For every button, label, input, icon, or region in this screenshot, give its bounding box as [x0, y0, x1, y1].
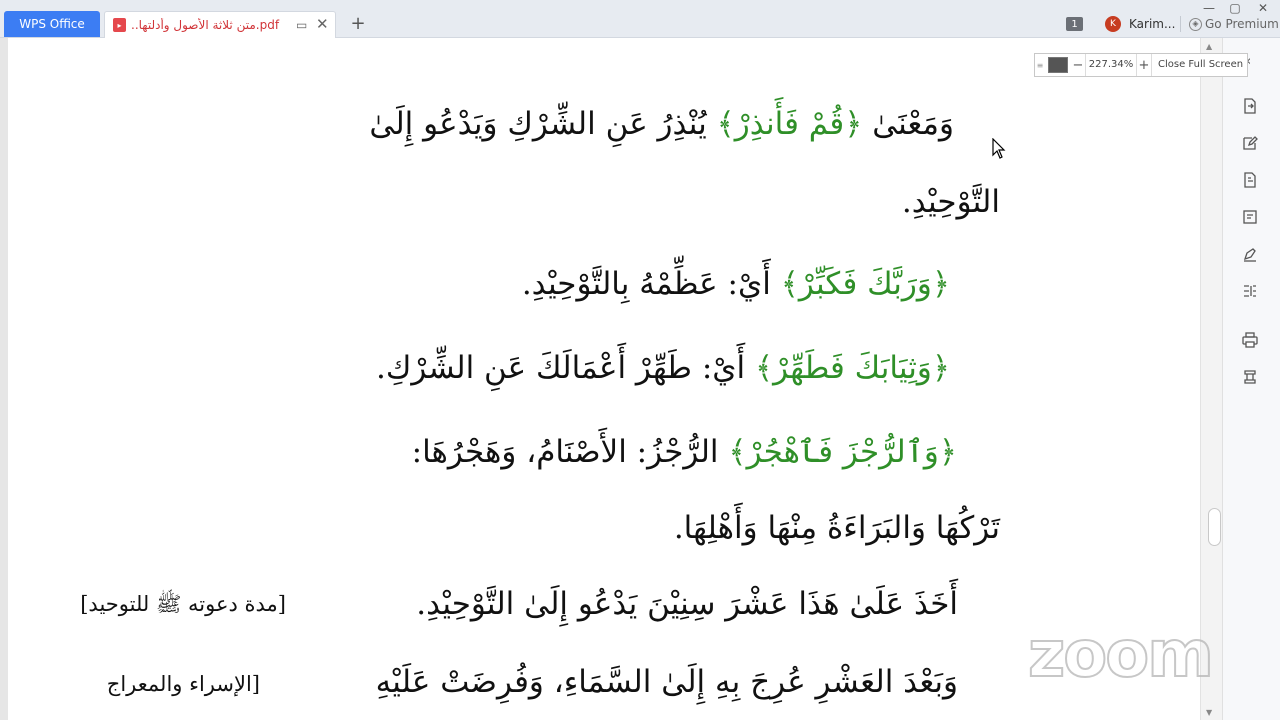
print-icon[interactable] [1240, 330, 1260, 350]
export-pdf-icon[interactable] [1240, 96, 1260, 116]
close-tab-icon[interactable]: ✕ [316, 15, 329, 33]
text-segment: وَبَعْدَ العَشْرِ عُرِجَ بِهِ إِلَىٰ الس… [375, 664, 958, 700]
margin-note-1: [مدة دعوته ﷺ للتوحيد] [80, 592, 286, 616]
minimize-icon[interactable]: — [1198, 0, 1220, 16]
quran-verse: ﴿وَٱلرُّجْزَ فَٱهْجُرْ﴾ [728, 434, 957, 470]
text-line-2: التَّوْحِيْدِ. [902, 184, 1000, 221]
quran-verse: ﴿وَرَبَّكَ فَكَبِّرْ﴾ [780, 266, 950, 302]
close-window-icon[interactable]: ✕ [1252, 0, 1274, 16]
drag-handle-icon[interactable]: ≡ [1035, 61, 1045, 70]
signature-pen-icon[interactable] [1240, 244, 1260, 264]
text-line-7: أَخَذَ عَلَىٰ هَذَا عَشْرَ سِنِيْنَ يَدْ… [416, 586, 958, 623]
zoom-watermark-logo: zoom [1027, 617, 1215, 693]
premium-icon: ◈ [1189, 17, 1202, 31]
convert-pdf-icon[interactable] [1240, 170, 1260, 190]
mouse-cursor-icon [992, 138, 1006, 159]
zoom-level-value[interactable]: 227.34% [1085, 54, 1137, 76]
scroll-down-icon[interactable]: ▼ [1206, 708, 1212, 717]
title-bar: WPS Office ▸ ..متن ثلاثة الأصول وأدلتها.… [0, 0, 1280, 38]
annotate-icon[interactable] [1240, 207, 1260, 227]
scroll-mode-icon[interactable] [1240, 367, 1260, 387]
zoom-toolbar: ≡ − 227.34% + Close Full Screen [1034, 53, 1248, 77]
text-segment: أَيْ: طَهِّرْ أَعْمَالَكَ عَنِ الشِّرْكِ… [375, 350, 756, 386]
close-full-screen-button[interactable]: Close Full Screen [1151, 54, 1243, 76]
scroll-up-icon[interactable]: ▲ [1206, 42, 1212, 51]
scrollbar-thumb[interactable] [1208, 508, 1221, 546]
text-line-3: ﴿وَرَبَّكَ فَكَبِّرْ﴾ أَيْ: عَظِّمْهُ بِ… [522, 266, 950, 303]
edit-pdf-icon[interactable] [1240, 133, 1260, 153]
wps-pdf-reader-window: WPS Office ▸ ..متن ثلاثة الأصول وأدلتها.… [0, 0, 1280, 720]
fit-page-icon[interactable] [1048, 57, 1068, 73]
margin-note-2: [الإسراء والمعراج [106, 672, 260, 696]
tab-pdf-title: ..متن ثلاثة الأصول وأدلتها.pdf [131, 18, 280, 32]
go-premium-button[interactable]: ◈ Go Premium [1189, 17, 1279, 31]
quran-verse: ﴿قُمْ فَأَنذِرْ﴾ [716, 106, 863, 142]
user-name[interactable]: Karim... [1129, 17, 1175, 31]
text-line-8: وَبَعْدَ العَشْرِ عُرِجَ بِهِ إِلَىٰ الس… [376, 664, 958, 701]
quran-verse: ﴿وَثِيَابَكَ فَطَهِّرْ﴾ [755, 350, 950, 386]
text-segment: التَّوْحِيْدِ. [901, 184, 1000, 220]
text-line-5: ﴿وَٱلرُّجْزَ فَٱهْجُرْ﴾ الرُّجْزُ: الأَص… [412, 434, 957, 471]
text-segment: وَمَعْنَىٰ [862, 106, 954, 142]
text-line-1: وَمَعْنَىٰ ﴿قُمْ فَأَنذِرْ﴾ يُنْذِرُ عَن… [369, 106, 954, 143]
text-segment: تَرْكُهَا وَالبَرَاءَةُ مِنْهَا وَأَهْلِ… [673, 510, 1000, 546]
page-layout-icon[interactable] [1240, 281, 1260, 301]
new-tab-icon[interactable]: + [348, 13, 368, 34]
notification-count-badge[interactable]: 1 [1066, 17, 1083, 31]
text-segment: يُنْذِرُ عَنِ الشِّرْكِ وَيَدْعُو إِلَىٰ [369, 106, 717, 142]
text-segment: الرُّجْزُ: الأَصْنَامُ، وَهَجْرُهَا: [411, 434, 729, 470]
user-avatar[interactable]: K [1105, 16, 1121, 32]
text-line-6: تَرْكُهَا وَالبَرَاءَةُ مِنْهَا وَأَهْلِ… [674, 510, 1000, 547]
zoom-in-button[interactable]: + [1137, 58, 1151, 73]
screen-icon[interactable]: ▭ [296, 18, 307, 32]
tab-wps-office[interactable]: WPS Office [4, 11, 100, 37]
pdf-page-area[interactable]: وَمَعْنَىٰ ﴿قُمْ فَأَنذِرْ﴾ يُنْذِرُ عَن… [0, 38, 1200, 720]
text-segment: أَخَذَ عَلَىٰ هَذَا عَشْرَ سِنِيْنَ يَدْ… [416, 586, 958, 622]
text-segment: أَيْ: عَظِّمْهُ بِالتَّوْحِيْدِ. [521, 266, 781, 302]
zoom-out-button[interactable]: − [1071, 58, 1085, 73]
text-line-4: ﴿وَثِيَابَكَ فَطَهِّرْ﴾ أَيْ: طَهِّرْ أَ… [376, 350, 950, 387]
maximize-icon[interactable]: ▢ [1224, 0, 1246, 16]
pdf-file-icon: ▸ [113, 18, 126, 32]
go-premium-label: Go Premium [1205, 17, 1279, 31]
titlebar-divider [1180, 16, 1181, 32]
